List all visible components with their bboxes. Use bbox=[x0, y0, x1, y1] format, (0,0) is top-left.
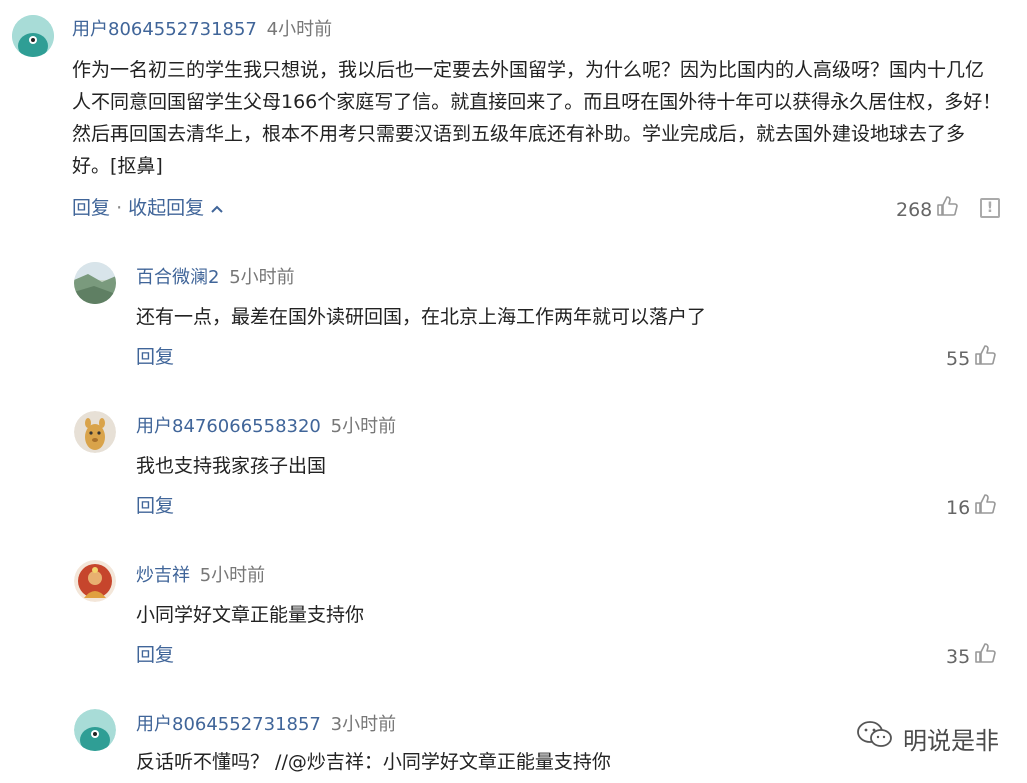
separator: · bbox=[116, 197, 123, 219]
wechat-icon bbox=[855, 720, 895, 756]
comment-text: 我也支持我家孩子出国 bbox=[136, 455, 327, 477]
reply-button[interactable]: 回复 bbox=[72, 197, 110, 219]
username[interactable]: 用户8064552731857 bbox=[72, 19, 257, 40]
reply-button[interactable]: 回复 bbox=[136, 495, 174, 517]
timestamp: 3小时前 bbox=[330, 714, 397, 735]
thumbs-up-icon[interactable] bbox=[936, 195, 959, 224]
like-count: 55 bbox=[946, 347, 971, 370]
like-count: 16 bbox=[946, 496, 971, 519]
like-count: 268 bbox=[896, 198, 933, 221]
timestamp: 5小时前 bbox=[229, 267, 295, 288]
username[interactable]: 炒吉祥 bbox=[136, 565, 190, 586]
comment-text: 作为一名初三的学生我只想说，我以后也一定要去外国留学，为什么呢？因为比国内的人高… bbox=[72, 59, 1002, 177]
thumbs-up-icon[interactable] bbox=[974, 493, 996, 522]
report-icon[interactable]: ! bbox=[980, 198, 1000, 218]
watermark-text: 明说是非 bbox=[903, 726, 999, 755]
timestamp: 5小时前 bbox=[199, 565, 266, 586]
timestamp: 5小时前 bbox=[330, 416, 397, 437]
like-button[interactable]: 16 bbox=[946, 493, 996, 522]
avatar[interactable] bbox=[74, 262, 116, 304]
comment-text: 还有一点，最差在国外读研回国，在北京上海工作两年就可以落户了 bbox=[136, 306, 707, 328]
like-button[interactable]: 35 bbox=[946, 642, 996, 671]
username[interactable]: 百合微澜2 bbox=[136, 267, 219, 288]
collapse-replies-button[interactable]: 收起回复 bbox=[128, 197, 204, 219]
like-button[interactable]: 55 bbox=[946, 344, 996, 373]
chevron-up-icon[interactable] bbox=[210, 197, 224, 219]
username[interactable]: 用户8064552731857 bbox=[136, 714, 321, 735]
comment-text: 小同学好文章正能量支持你 bbox=[136, 604, 365, 626]
reply-button[interactable]: 回复 bbox=[136, 346, 174, 368]
watermark: 明说是非 bbox=[855, 720, 999, 756]
avatar[interactable] bbox=[12, 15, 54, 57]
like-button[interactable]: 268 bbox=[896, 195, 959, 224]
like-count: 35 bbox=[946, 645, 971, 668]
comment-text: 反话听不懂吗？ //@炒吉祥：小同学好文章正能量支持你 bbox=[136, 751, 611, 773]
timestamp: 4小时前 bbox=[266, 19, 333, 40]
avatar[interactable] bbox=[74, 411, 116, 453]
thumbs-up-icon[interactable] bbox=[974, 642, 996, 671]
reply-button[interactable]: 回复 bbox=[136, 644, 174, 666]
avatar[interactable] bbox=[74, 560, 116, 602]
thumbs-up-icon[interactable] bbox=[974, 344, 996, 373]
username[interactable]: 用户8476066558320 bbox=[136, 416, 321, 437]
avatar[interactable] bbox=[74, 709, 116, 751]
